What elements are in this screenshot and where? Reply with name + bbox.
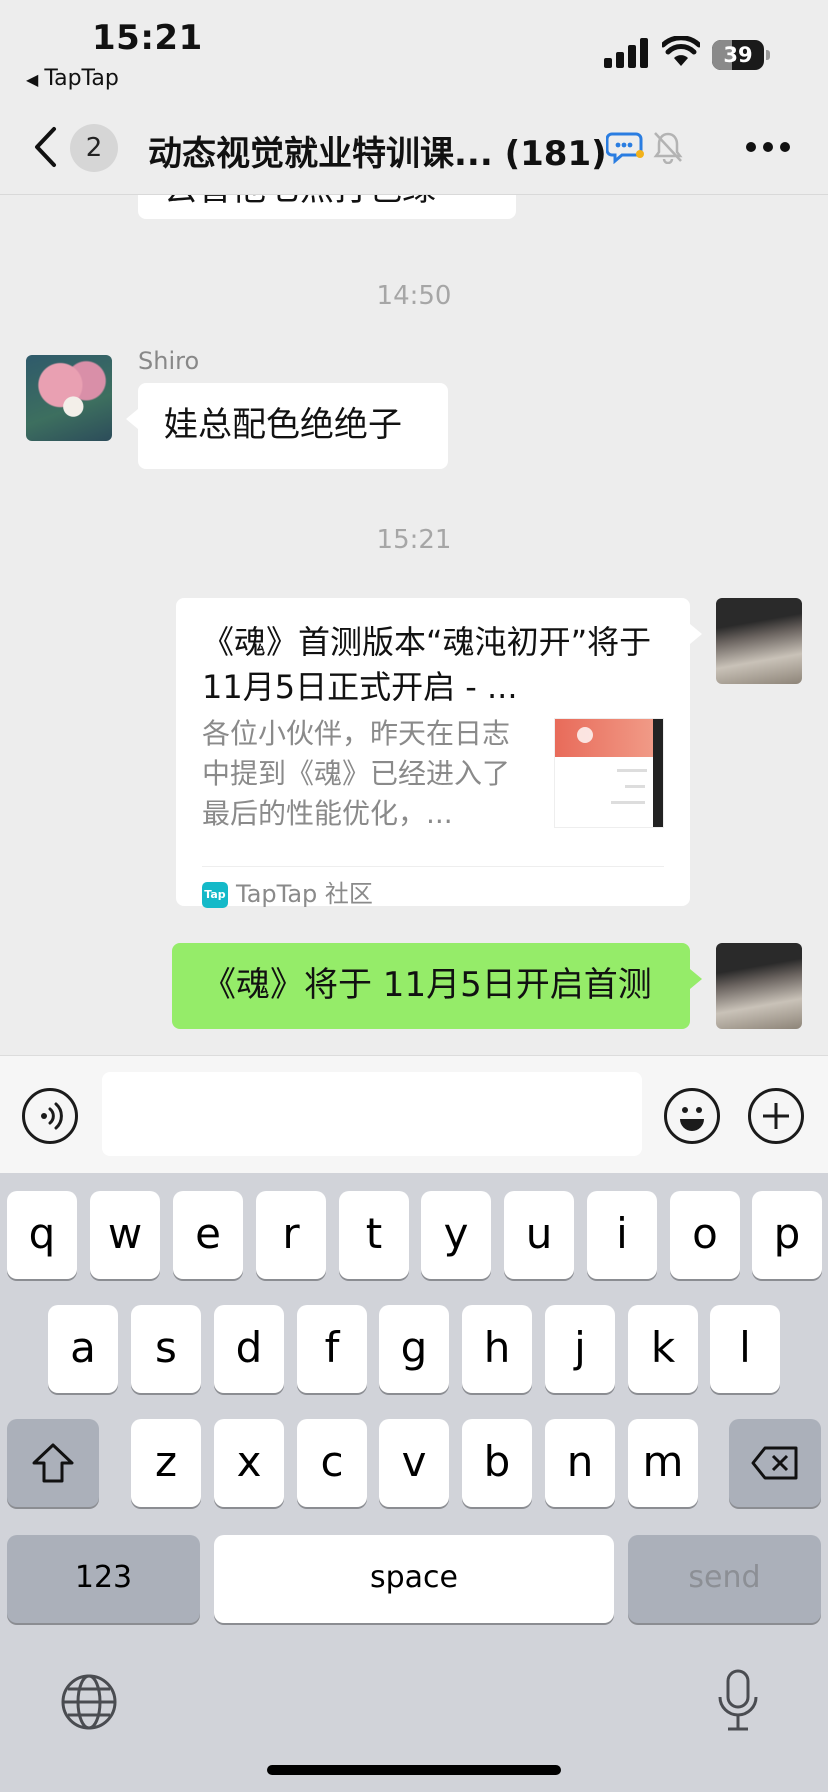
key-h[interactable]: h xyxy=(462,1305,532,1393)
unread-count-badge[interactable]: 2 xyxy=(70,124,118,172)
back-triangle-icon: ◀ xyxy=(26,70,39,89)
message-bubble[interactable]: 《魂》将于 11月5日开启首测 xyxy=(172,943,702,1029)
home-indicator[interactable] xyxy=(267,1765,561,1775)
chevron-left-icon[interactable] xyxy=(32,126,58,168)
message-bubble[interactable]: 娃总配色绝绝子 xyxy=(126,383,448,469)
link-card-thumbnail xyxy=(554,718,664,828)
voice-icon[interactable] xyxy=(22,1088,78,1144)
key-a[interactable]: a xyxy=(48,1305,118,1393)
status-time: 15:21 xyxy=(92,18,203,58)
key-q[interactable]: q xyxy=(7,1191,77,1279)
key-s[interactable]: s xyxy=(131,1305,201,1393)
key-u[interactable]: u xyxy=(504,1191,574,1279)
message-text: 《魂》将于 11月5日开启首测 xyxy=(202,965,652,1005)
link-card[interactable]: 《魂》首测版本“魂沌初开”将于 11月5日正式开启 - ... 各位小伙伴，昨天… xyxy=(176,598,702,909)
send-key[interactable]: send xyxy=(628,1535,821,1623)
message-bubble[interactable]: 去曾他七点打包绿 xyxy=(138,195,516,219)
globe-icon[interactable] xyxy=(60,1673,118,1731)
chat-nav-bar: 2 动态视觉就业特训课... (181) xyxy=(0,100,828,195)
avatar-me[interactable] xyxy=(716,943,802,1029)
signal-icon xyxy=(604,38,648,68)
keyboard: q w e r t y u i o p a s d f g h j k l z … xyxy=(0,1173,828,1792)
plus-icon[interactable] xyxy=(748,1088,804,1144)
sender-name: Shiro xyxy=(138,347,200,375)
key-p[interactable]: p xyxy=(752,1191,822,1279)
chat-message-list[interactable]: 去曾他七点打包绿 14:50 Shiro 娃总配色绝绝子 15:21 《魂》首测… xyxy=(0,195,828,1055)
key-x[interactable]: x xyxy=(214,1419,284,1507)
timestamp: 15:21 xyxy=(376,525,452,555)
key-i[interactable]: i xyxy=(587,1191,657,1279)
space-key[interactable]: space xyxy=(214,1535,614,1623)
key-y[interactable]: y xyxy=(421,1191,491,1279)
back-app-label: TapTap xyxy=(44,66,119,91)
wifi-icon xyxy=(662,36,700,66)
battery-percent: 39 xyxy=(723,43,753,67)
bell-mute-icon xyxy=(653,132,683,164)
key-g[interactable]: g xyxy=(379,1305,449,1393)
link-card-description: 各位小伙伴，昨天在日志中提到《魂》已经进入了最后的性能优化，... xyxy=(202,717,511,830)
chat-title[interactable]: 动态视觉就业特训课... (181) xyxy=(148,126,607,175)
link-card-source: Tap TapTap 社区 xyxy=(202,874,373,909)
key-e[interactable]: e xyxy=(173,1191,243,1279)
delete-key[interactable] xyxy=(729,1419,821,1507)
status-bar: 15:21 ◀ TapTap 39 xyxy=(0,0,828,100)
key-j[interactable]: j xyxy=(545,1305,615,1393)
input-bar xyxy=(0,1055,828,1173)
key-c[interactable]: c xyxy=(297,1419,367,1507)
key-b[interactable]: b xyxy=(462,1419,532,1507)
timestamp: 14:50 xyxy=(376,281,452,311)
message-text: 娃总配色绝绝子 xyxy=(164,405,402,445)
key-l[interactable]: l xyxy=(710,1305,780,1393)
key-d[interactable]: d xyxy=(214,1305,284,1393)
key-w[interactable]: w xyxy=(90,1191,160,1279)
key-r[interactable]: r xyxy=(256,1191,326,1279)
microphone-icon[interactable] xyxy=(716,1669,760,1733)
key-n[interactable]: n xyxy=(545,1419,615,1507)
link-card-title: 《魂》首测版本“魂沌初开”将于 11月5日正式开启 - ... xyxy=(202,623,652,706)
emoji-icon[interactable] xyxy=(664,1088,720,1144)
shift-icon xyxy=(32,1443,74,1483)
numbers-key[interactable]: 123 xyxy=(7,1535,200,1623)
delete-icon xyxy=(751,1446,798,1480)
message-input[interactable] xyxy=(102,1072,642,1156)
key-o[interactable]: o xyxy=(670,1191,740,1279)
key-k[interactable]: k xyxy=(628,1305,698,1393)
link-card-source-label: TapTap 社区 xyxy=(236,880,373,908)
back-to-app-link[interactable]: ◀ TapTap xyxy=(26,66,119,91)
avatar-shiro[interactable] xyxy=(26,355,112,441)
avatar-me[interactable] xyxy=(716,598,802,684)
message-text: 去曾他七点打包绿 xyxy=(164,195,436,210)
key-t[interactable]: t xyxy=(339,1191,409,1279)
taptap-logo-icon: Tap xyxy=(202,882,228,908)
shift-key[interactable] xyxy=(7,1419,99,1507)
key-f[interactable]: f xyxy=(297,1305,367,1393)
key-m[interactable]: m xyxy=(628,1419,698,1507)
key-v[interactable]: v xyxy=(379,1419,449,1507)
more-icon[interactable] xyxy=(746,140,790,154)
key-z[interactable]: z xyxy=(131,1419,201,1507)
battery-icon: 39 xyxy=(712,40,770,70)
chat-bubble-icon xyxy=(606,132,644,164)
